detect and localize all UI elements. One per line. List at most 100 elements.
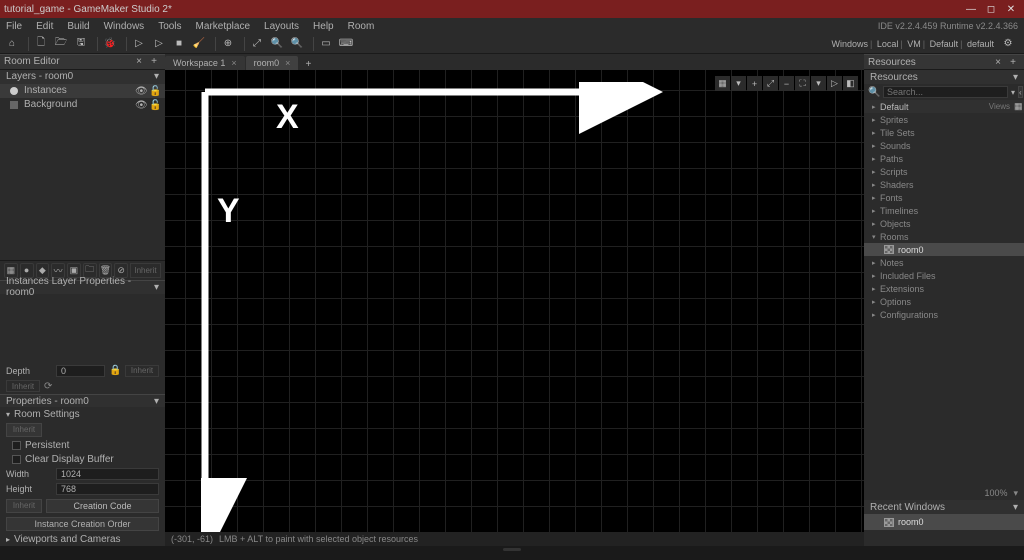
resources-tab[interactable]: Resources × + xyxy=(864,54,1024,70)
close-icon[interactable]: × xyxy=(285,58,290,68)
room-canvas[interactable]: X Y ▦ ▾ + ⤢ − ⛶ ▾ ▷ ◧ xyxy=(165,70,864,532)
new-project-icon[interactable]: 🗋 xyxy=(33,36,49,52)
resource-search-input[interactable] xyxy=(883,86,1008,98)
tree-timelines[interactable]: Timelines xyxy=(864,204,1024,217)
lock-icon[interactable]: 🔓 xyxy=(149,86,161,96)
tree-options[interactable]: Options xyxy=(864,295,1024,308)
layer-background[interactable]: Background 👁 🔓 xyxy=(0,98,165,112)
tree-shaders[interactable]: Shaders xyxy=(864,178,1024,191)
target-settings-icon[interactable]: ⚙ xyxy=(1000,36,1016,52)
inherit-button[interactable]: Inherit xyxy=(6,380,40,392)
instance-creation-order-button[interactable]: Instance Creation Order xyxy=(6,517,159,531)
views-grid-icon[interactable]: ▦ xyxy=(1014,101,1024,112)
tree-included[interactable]: Included Files xyxy=(864,269,1024,282)
default-view-row[interactable]: Default Views ▦ xyxy=(864,100,1024,113)
open-project-icon[interactable]: 🗁 xyxy=(53,36,69,52)
laptop-icon[interactable]: ⌨ xyxy=(338,36,354,52)
tree-scripts[interactable]: Scripts xyxy=(864,165,1024,178)
close-icon[interactable]: × xyxy=(231,58,236,68)
tree-notes[interactable]: Notes xyxy=(864,256,1024,269)
recent-windows-header[interactable]: Recent Windows ▾ xyxy=(864,500,1024,514)
close-icon[interactable]: × xyxy=(992,57,1004,68)
menu-build[interactable]: Build xyxy=(67,21,89,32)
play-preview-icon[interactable]: ▷ xyxy=(827,76,842,91)
close-button[interactable]: ✕ xyxy=(1002,2,1020,16)
grid-toggle-icon[interactable]: ▦ xyxy=(715,76,730,91)
menu-room[interactable]: Room xyxy=(348,21,375,32)
menu-help[interactable]: Help xyxy=(313,21,334,32)
bottom-grip[interactable] xyxy=(0,546,1024,552)
tree-configurations[interactable]: Configurations xyxy=(864,308,1024,321)
layers-header[interactable]: Layers - room0 ▾ xyxy=(0,70,165,84)
inherit-button[interactable]: Inherit xyxy=(6,423,42,437)
close-icon[interactable]: × xyxy=(133,56,145,67)
save-icon[interactable]: 🖫 xyxy=(73,36,89,52)
zoom-in-icon[interactable]: + xyxy=(747,76,762,91)
tab-workspace1[interactable]: Workspace 1 × xyxy=(165,56,245,70)
tab-room0[interactable]: room0 × xyxy=(246,56,299,70)
menu-edit[interactable]: Edit xyxy=(36,21,53,32)
zoom-reset-icon[interactable]: ⤢ xyxy=(763,76,778,91)
add-tab-icon[interactable]: + xyxy=(147,56,161,67)
tree-extensions[interactable]: Extensions xyxy=(864,282,1024,295)
tree-tilesets[interactable]: Tile Sets xyxy=(864,126,1024,139)
recent-room0[interactable]: room0 xyxy=(864,514,1024,530)
menu-layouts[interactable]: Layouts xyxy=(264,21,299,32)
inherit-button[interactable]: Inherit xyxy=(125,365,159,377)
zoom-indicator[interactable]: 100% ▾ xyxy=(864,486,1024,500)
visibility-icon[interactable]: 👁 xyxy=(135,86,147,96)
tree-sprites[interactable]: Sprites xyxy=(864,113,1024,126)
run-debug-icon[interactable]: ▷ xyxy=(151,36,167,52)
checkbox-icon[interactable] xyxy=(12,441,21,450)
zoom-in-icon[interactable]: 🔍 xyxy=(269,36,285,52)
run-icon[interactable]: ▷ xyxy=(131,36,147,52)
grid-menu-icon[interactable]: ▾ xyxy=(731,76,746,91)
tree-rooms[interactable]: Rooms xyxy=(864,230,1024,243)
tree-room0[interactable]: room0 xyxy=(864,243,1024,256)
layer-view-icon[interactable]: ◧ xyxy=(843,76,858,91)
chevron-down-icon[interactable]: ▾ xyxy=(154,282,159,293)
width-input[interactable]: 1024 xyxy=(56,468,159,480)
lock-icon[interactable]: 🔒 xyxy=(109,365,121,376)
search-prev-button[interactable]: ‹ xyxy=(1018,86,1023,98)
maximize-button[interactable]: ◻ xyxy=(982,2,1000,16)
visibility-icon[interactable]: 👁 xyxy=(135,100,147,110)
menu-marketplace[interactable]: Marketplace xyxy=(196,21,250,32)
zoom-reset-icon[interactable]: ⤢ xyxy=(249,36,265,52)
chevron-down-icon[interactable]: ▾ xyxy=(1013,72,1018,83)
menu-tools[interactable]: Tools xyxy=(158,21,181,32)
add-tab-icon[interactable]: + xyxy=(301,59,315,70)
home-icon[interactable]: ⌂ xyxy=(4,36,20,52)
room-settings-row[interactable]: ▾Room Settings xyxy=(0,407,165,421)
minimize-button[interactable]: — xyxy=(962,2,980,16)
debug-icon[interactable]: 🐞 xyxy=(102,36,118,52)
refresh-icon[interactable]: ⟳ xyxy=(44,381,56,392)
instance-layer-props-header[interactable]: Instances Layer Properties - room0 ▾ xyxy=(0,280,165,294)
persistent-check[interactable]: Persistent xyxy=(0,439,165,453)
checkbox-icon[interactable] xyxy=(12,455,21,464)
menu-windows[interactable]: Windows xyxy=(104,21,145,32)
tree-objects[interactable]: Objects xyxy=(864,217,1024,230)
tree-fonts[interactable]: Fonts xyxy=(864,191,1024,204)
tree-sounds[interactable]: Sounds xyxy=(864,139,1024,152)
inherit-button[interactable]: Inherit xyxy=(6,499,42,513)
depth-input[interactable]: 0 xyxy=(56,365,105,377)
chevron-down-icon[interactable]: ▾ xyxy=(154,71,159,82)
docs-icon[interactable]: ▭ xyxy=(318,36,334,52)
zoom-out-icon[interactable]: − xyxy=(779,76,794,91)
lock-icon[interactable]: 🔓 xyxy=(149,100,161,110)
room-props-header[interactable]: Properties - room0 ▾ xyxy=(0,394,165,408)
target-config[interactable]: Windows| Local| VM| Default| default xyxy=(831,39,994,49)
create-exe-icon[interactable]: ⊕ xyxy=(220,36,236,52)
layer-instances[interactable]: Instances 👁 🔓 xyxy=(0,84,165,98)
add-tab-icon[interactable]: + xyxy=(1006,57,1020,68)
clear-buffer-check[interactable]: Clear Display Buffer xyxy=(0,453,165,467)
tree-paths[interactable]: Paths xyxy=(864,152,1024,165)
height-input[interactable]: 768 xyxy=(56,483,159,495)
stop-icon[interactable]: ■ xyxy=(171,36,187,52)
resources-header[interactable]: Resources ▾ xyxy=(864,70,1024,84)
viewports-row[interactable]: ▸Viewports and Cameras xyxy=(0,533,165,547)
chevron-down-icon[interactable]: ▾ xyxy=(1013,502,1018,513)
creation-code-button[interactable]: Creation Code xyxy=(46,499,159,513)
menu-file[interactable]: File xyxy=(6,21,22,32)
